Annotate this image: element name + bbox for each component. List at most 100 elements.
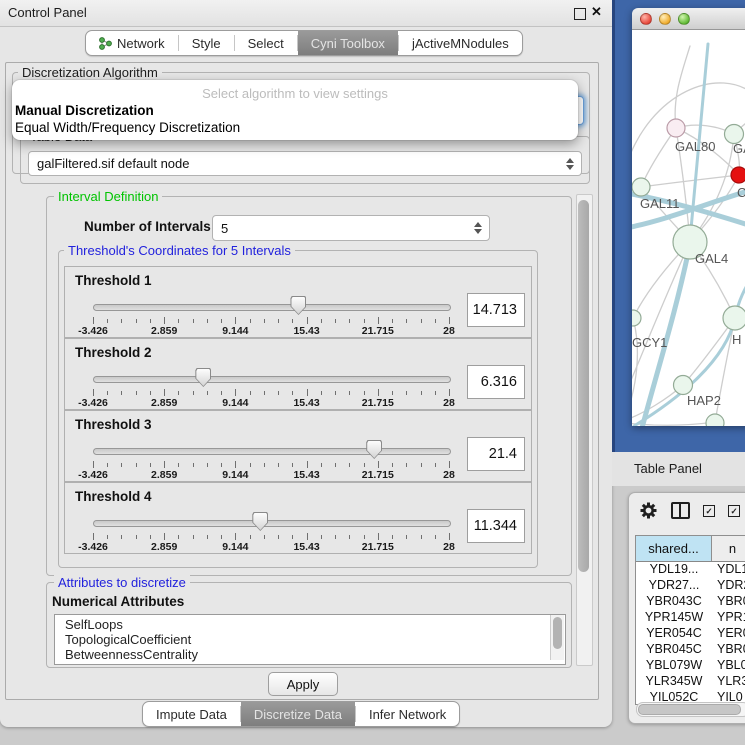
number-of-intervals-combobox[interactable]: 5 <box>212 215 490 241</box>
cell-shared-name: YDL19... <box>636 562 712 578</box>
attributes-scrollbar[interactable] <box>550 615 564 660</box>
gear-icon[interactable] <box>639 501 658 520</box>
threshold-1-value[interactable]: 14.713 <box>467 293 525 327</box>
column-header-1[interactable]: n <box>712 536 745 561</box>
number-of-intervals-value: 5 <box>213 221 471 236</box>
tick-label: 21.715 <box>362 469 394 481</box>
table-data-combobox[interactable]: galFiltered.sif default node <box>28 151 582 176</box>
slider-thumb[interactable] <box>195 368 211 387</box>
network-edge[interactable] <box>632 318 637 416</box>
tick-mark <box>221 319 222 323</box>
table-row[interactable]: YBR043CYBR0 <box>636 594 745 610</box>
tab-impute-data[interactable]: Impute Data <box>143 702 240 726</box>
tick-mark <box>364 319 365 323</box>
float-window-icon[interactable] <box>574 8 586 20</box>
tab-network[interactable]: Network <box>86 31 178 55</box>
slider-ticks <box>93 389 449 397</box>
network-node[interactable] <box>706 414 724 426</box>
table-row[interactable]: YER054CYER0 <box>636 626 745 642</box>
table-row[interactable]: YDR27...YDR2 <box>636 578 745 594</box>
network-node-h[interactable] <box>723 306 745 330</box>
minimize-traffic-light-icon[interactable] <box>659 13 671 25</box>
tab-discretize-data[interactable]: Discretize Data <box>241 702 355 726</box>
interval-definition-title: Interval Definition <box>54 189 162 204</box>
network-node-c[interactable] <box>731 167 745 183</box>
table-panel-window: ✓ ✓ shared...n YDL19...YDL1YDR27...YDR2Y… <box>628 492 745 724</box>
cell-shared-name: YBR043C <box>636 594 712 610</box>
tick-mark <box>449 533 450 540</box>
tick-mark <box>406 535 407 539</box>
tab-label: Select <box>248 36 284 51</box>
network-node-gal11[interactable] <box>632 178 650 196</box>
slider-track[interactable] <box>93 304 451 311</box>
slider-track[interactable] <box>93 448 451 455</box>
attribute-item[interactable]: TopologicalCoefficient <box>55 632 565 647</box>
tab-cyni-toolbox[interactable]: Cyni Toolbox <box>298 31 398 55</box>
checkbox-icon[interactable]: ✓ <box>728 505 740 517</box>
network-edge[interactable] <box>641 128 676 187</box>
slider-thumb[interactable] <box>252 512 268 531</box>
scrollbar-thumb[interactable] <box>638 704 741 715</box>
slider-track[interactable] <box>93 376 451 383</box>
tab-jactivemnodules[interactable]: jActiveMNodules <box>399 31 522 55</box>
table-horizontal-scrollbar[interactable] <box>636 702 745 717</box>
columns-icon[interactable] <box>671 502 690 519</box>
table-row[interactable]: YBL079WYBL0 <box>636 658 745 674</box>
network-canvas[interactable]: GAL80GACGAL11GAL4GCY1HHAP2 <box>632 30 745 426</box>
tick-label: -3.426 <box>78 469 108 481</box>
slider-thumb[interactable] <box>366 440 382 459</box>
tick-mark <box>93 533 94 540</box>
network-node-gcy1[interactable] <box>632 310 641 326</box>
tab-infer-network[interactable]: Infer Network <box>356 702 459 726</box>
tick-mark <box>164 317 165 324</box>
network-edge[interactable] <box>675 46 690 128</box>
menu-item-manual-discretization[interactable]: Manual Discretization <box>15 103 154 118</box>
tick-mark <box>378 461 379 468</box>
number-of-intervals-label: Number of Intervals <box>84 219 211 234</box>
tick-mark <box>421 391 422 395</box>
threshold-3-value[interactable]: 21.4 <box>467 437 525 471</box>
tick-mark <box>150 535 151 539</box>
threshold-4-slider[interactable]: -3.4262.8599.14415.4321.71528 <box>93 509 449 549</box>
attribute-item[interactable]: SelfLoops <box>55 617 565 632</box>
threshold-4-value[interactable]: 11.344 <box>467 509 525 543</box>
tick-mark <box>221 391 222 395</box>
scrollbar-thumb[interactable] <box>578 200 589 572</box>
threshold-2-value[interactable]: 6.316 <box>467 365 525 399</box>
network-edge[interactable] <box>683 318 735 385</box>
dropdown-hint: Select algorithm to view settings <box>12 86 578 101</box>
tab-style[interactable]: Style <box>179 31 234 55</box>
tick-mark <box>292 319 293 323</box>
scrollbar-thumb[interactable] <box>553 617 562 649</box>
table-row[interactable]: YDL19...YDL1 <box>636 562 745 578</box>
threshold-1-panel: Threshold 1 -3.4262.8599.14415.4321.7152… <box>64 266 532 338</box>
node-attribute-table[interactable]: shared...n YDL19...YDL1YDR27...YDR2YBR04… <box>635 535 745 705</box>
table-row[interactable]: YBR045CYBR0 <box>636 642 745 658</box>
tick-mark <box>321 535 322 539</box>
menu-item-equal-width-frequency-discretization[interactable]: Equal Width/Frequency Discretization <box>15 120 240 135</box>
network-node-gal80[interactable] <box>667 119 685 137</box>
close-traffic-light-icon[interactable] <box>640 13 652 25</box>
slider-thumb[interactable] <box>290 296 306 315</box>
close-icon[interactable]: ✕ <box>591 4 602 20</box>
tick-mark <box>250 391 251 395</box>
checkbox-icon[interactable]: ✓ <box>703 505 715 517</box>
attribute-item[interactable]: BetweennessCentrality <box>55 647 565 662</box>
table-row[interactable]: YLR345WYLR3 <box>636 674 745 690</box>
tab-label: Impute Data <box>156 707 227 722</box>
panel-scrollbar[interactable] <box>576 194 593 666</box>
tick-mark <box>421 535 422 539</box>
slider-track[interactable] <box>93 520 451 527</box>
threshold-1-slider[interactable]: -3.4262.8599.14415.4321.71528 <box>93 293 449 333</box>
column-header-0[interactable]: shared... <box>636 536 712 561</box>
tick-mark <box>178 319 179 323</box>
numerical-attributes-list[interactable]: SelfLoopsTopologicalCoefficientBetweenne… <box>54 614 566 665</box>
apply-button[interactable]: Apply <box>268 672 338 696</box>
slider-ticks <box>93 317 449 325</box>
table-row[interactable]: YPR145WYPR1 <box>636 610 745 626</box>
zoom-traffic-light-icon[interactable] <box>678 13 690 25</box>
threshold-3-slider[interactable]: -3.4262.8599.14415.4321.71528 <box>93 437 449 477</box>
network-node-hap2[interactable] <box>674 376 693 395</box>
tab-select[interactable]: Select <box>235 31 297 55</box>
threshold-2-slider[interactable]: -3.4262.8599.14415.4321.71528 <box>93 365 449 405</box>
